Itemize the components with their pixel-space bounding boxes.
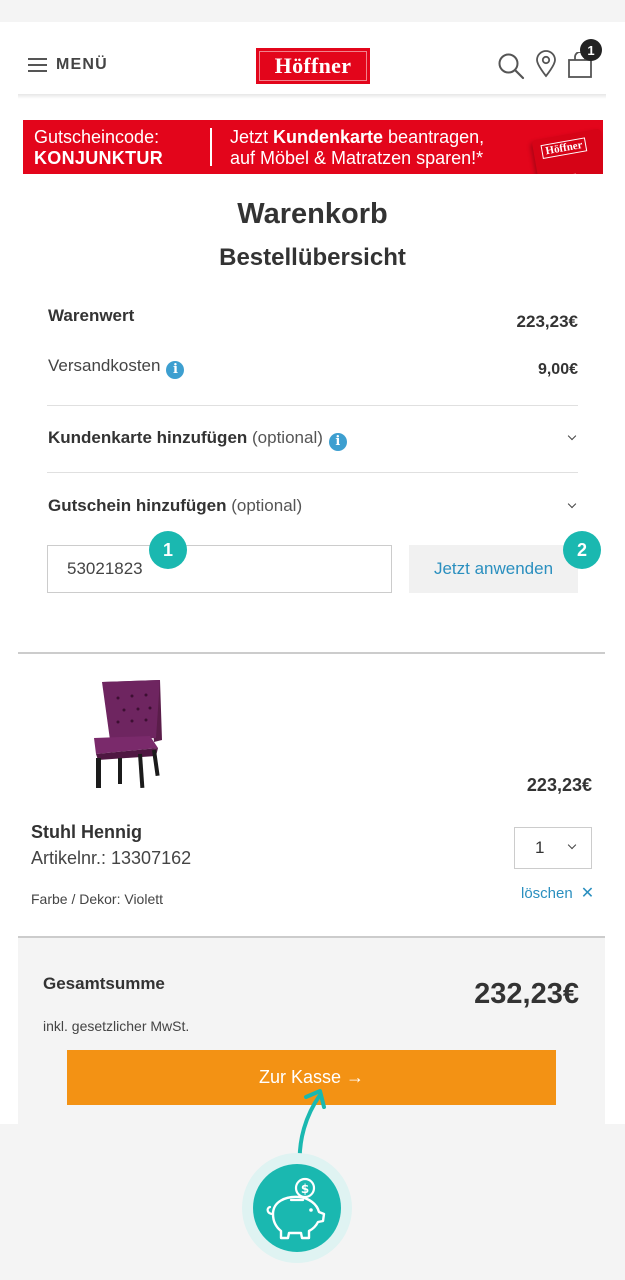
step-marker-2: 2 (563, 531, 601, 569)
voucher-code: KONJUNKTUR (34, 148, 163, 168)
divider (47, 405, 578, 406)
voucher-code-label: Gutscheincode: (34, 127, 160, 147)
page-title: Warenkorb (237, 198, 388, 230)
promo-banner[interactable]: Gutscheincode: KONJUNKTUR Jetzt Kundenka… (23, 120, 603, 174)
site-header: MENÜ Höffner 1 (0, 22, 625, 96)
close-icon: ✕ (580, 885, 595, 902)
product-article-number: Artikelnr.: 13307162 (31, 848, 192, 868)
chevron-down-icon[interactable] (567, 431, 577, 441)
voucher-code-input[interactable] (47, 545, 392, 593)
product-color: Farbe / Dekor: Violett (31, 891, 164, 907)
shipping-row: Versandkosten i (48, 356, 185, 379)
total-value: 232,23€ (474, 978, 579, 1010)
voucher-toggle[interactable]: Gutschein hinzufügen (optional) (48, 496, 302, 516)
info-icon[interactable]: i (166, 360, 185, 379)
delete-label: löschen (521, 884, 573, 902)
divider (18, 652, 605, 654)
hoeffner-logo[interactable]: Höffner (256, 48, 370, 84)
piggy-bank-badge: $ (253, 1164, 341, 1252)
optional-label: (optional) (231, 496, 303, 515)
menu-icon (28, 58, 47, 72)
banner-divider (210, 128, 212, 166)
shipping-label: Versandkosten (48, 356, 161, 375)
step-marker-1: 1 (149, 531, 187, 569)
search-icon[interactable] (497, 52, 525, 80)
goods-value-label: Warenwert (48, 306, 135, 325)
goods-value: 223,23€ (516, 312, 578, 331)
total-label: Gesamtsumme (43, 974, 165, 993)
promo-line-2: auf Möbel & Matratzen sparen!* (230, 148, 484, 168)
piggy-bank-icon: $ (266, 1177, 326, 1240)
menu-button[interactable]: MENÜ (28, 56, 108, 74)
promo-line-1: Jetzt Kundenkarte beantragen, (230, 127, 485, 147)
info-icon[interactable]: i (328, 432, 347, 451)
apply-voucher-button[interactable]: Jetzt anwenden (409, 545, 578, 593)
optional-label: (optional) (252, 428, 323, 447)
location-pin-icon[interactable] (535, 50, 557, 78)
logo-text: Höffner (274, 53, 352, 78)
header-divider (18, 94, 606, 99)
quantity-value: 1 (535, 838, 545, 857)
delete-item-button[interactable]: löschen ✕ (521, 883, 594, 903)
vat-note: inkl. gesetzlicher MwSt. (43, 1018, 190, 1034)
chair-product-image[interactable] (88, 680, 168, 790)
customer-card-toggle[interactable]: Kundenkarte hinzufügen (optional) i (48, 428, 347, 451)
cart-count-badge: 1 (580, 39, 602, 61)
product-price: 223,23€ (526, 775, 592, 795)
chevron-down-icon (567, 840, 577, 850)
svg-text:$: $ (301, 1182, 309, 1196)
page-subtitle: Bestellübersicht (219, 244, 406, 271)
product-name[interactable]: Stuhl Hennig (31, 822, 142, 843)
card-logo: Höffner (540, 137, 588, 159)
menu-label: MENÜ (56, 56, 108, 73)
chevron-down-icon[interactable] (567, 499, 577, 509)
cart-page: MENÜ Höffner 1 Gutscheincode: KONJUNKTUR… (0, 22, 625, 1124)
quantity-select[interactable]: 1 (514, 827, 592, 869)
customer-card-image: Höffner (531, 128, 603, 174)
divider (47, 472, 578, 473)
shipping-value: 9,00€ (537, 361, 578, 378)
customer-card-label: Kundenkarte hinzufügen (48, 428, 248, 447)
voucher-label: Gutschein hinzufügen (48, 496, 227, 515)
